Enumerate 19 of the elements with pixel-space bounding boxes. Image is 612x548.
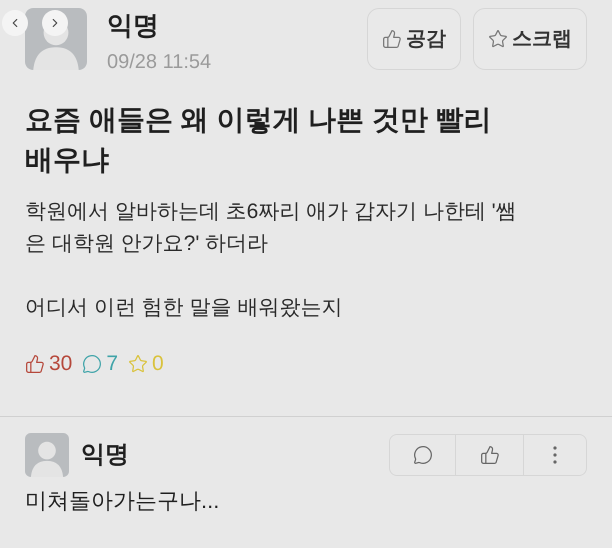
- post-title: 요즘 애들은 왜 이렇게 나쁜 것만 빨리 배우냐: [25, 103, 493, 177]
- like-count: 30: [49, 351, 72, 377]
- thumbs-up-icon: [480, 444, 500, 464]
- star-icon: [488, 29, 508, 49]
- author-name: 익명: [107, 9, 160, 42]
- avatar-icon: [25, 432, 69, 476]
- more-icon: [553, 446, 557, 464]
- thumbs-up-icon: [382, 29, 402, 49]
- comment-text: 미쳐돌아가는구나...: [25, 486, 220, 514]
- speech-bubble-icon: [412, 444, 432, 464]
- post-body-text: 학원에서 알바하는데 초6짜리 애가 갑자기 나한테 '쌤은 대학원 안가요?' 하더라: [25, 199, 518, 257]
- comment-count: 7: [106, 351, 118, 377]
- like-button[interactable]: 공감: [367, 8, 461, 70]
- scrap-button[interactable]: 스크랩: [473, 8, 587, 70]
- comment-author: 익명: [81, 440, 129, 470]
- scrap-count: 0: [152, 351, 164, 377]
- post-body-text: 어디서 이런 험한 말을 배워왔는지: [25, 295, 344, 321]
- post-time: 09/28 11:54: [107, 50, 212, 75]
- previous-button[interactable]: [2, 10, 28, 36]
